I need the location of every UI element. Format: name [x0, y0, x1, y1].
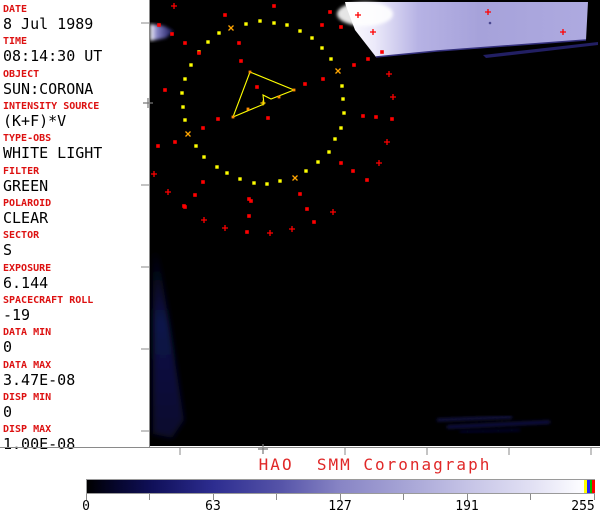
plot-title: HAO SMM Coronagraph [150, 455, 600, 474]
colorbar-label: 255 [553, 499, 600, 512]
red-star-dot [351, 169, 355, 173]
yellow-ring-dot [285, 23, 288, 26]
yellow-ring-dot [278, 179, 281, 182]
polygon-vertex-dot [249, 71, 252, 74]
red-star-dot [266, 116, 270, 120]
yellow-ring-dot [342, 111, 345, 114]
red-star-dot [321, 77, 325, 81]
image-bottom-line [0, 447, 600, 448]
red-star-dot [390, 117, 394, 121]
polygon-vertex-dot [232, 116, 235, 119]
polygon-vertex-dot [293, 89, 296, 92]
red-star-dot [380, 50, 384, 54]
image-background [150, 0, 600, 446]
bright-band-core [337, 2, 393, 26]
yellow-ring-dot [183, 118, 186, 121]
panel-divider-line [149, 0, 150, 447]
red-star-dot [201, 180, 205, 184]
red-star-dot [156, 144, 160, 148]
colorbar-saturation-stripe [592, 480, 595, 493]
yellow-ring-dot [339, 126, 342, 129]
red-star-dot [249, 199, 253, 203]
red-star-dot [339, 161, 343, 165]
red-star-dot [216, 117, 220, 121]
red-star-dot [201, 126, 205, 130]
red-star-dot [163, 88, 167, 92]
yellow-ring-dot [320, 46, 323, 49]
yellow-ring-dot [329, 57, 332, 60]
red-star-dot [245, 230, 249, 234]
smm-coronagraph-viewer: DATE8 Jul 1989TIME08:14:30 UTOBJECTSUN:C… [0, 0, 600, 512]
red-star-dot [366, 57, 370, 61]
yellow-ring-dot [316, 160, 319, 163]
red-star-dot [374, 115, 378, 119]
red-star-dot [239, 59, 243, 63]
colorbar-label: 63 [183, 499, 243, 512]
colorbar-label: 0 [56, 499, 116, 512]
red-star-dot [361, 114, 365, 118]
red-star-dot [157, 23, 161, 27]
yellow-ring-dot [327, 150, 330, 153]
red-star-dot [183, 41, 187, 45]
yellow-ring-dot [244, 22, 247, 25]
yellow-ring-dot [202, 155, 205, 158]
red-star-dot [223, 13, 227, 17]
red-star-dot [320, 23, 324, 27]
colorbar-tick [149, 494, 150, 500]
yellow-ring-dot [310, 36, 313, 39]
red-star-dot [272, 4, 276, 8]
yellow-ring-dot [183, 77, 186, 80]
red-star-dot [193, 193, 197, 197]
yellow-ring-dot [340, 84, 343, 87]
polygon-vertex-dot [278, 96, 281, 99]
yellow-ring-dot [194, 144, 197, 147]
yellow-ring-dot [341, 97, 344, 100]
yellow-ring-dot [304, 169, 307, 172]
red-star-dot [328, 10, 332, 14]
colorbar-gradient [86, 479, 595, 494]
red-star-dot [312, 220, 316, 224]
red-star-dot [352, 63, 356, 67]
red-star-dot [237, 41, 241, 45]
red-star-dot [247, 214, 251, 218]
colorbar-label: 191 [437, 499, 497, 512]
colorbar-tick [276, 494, 277, 500]
red-star-dot [303, 82, 307, 86]
colorbar-label: 127 [310, 499, 370, 512]
yellow-ring-dot [265, 182, 268, 185]
red-star-dot [170, 32, 174, 36]
red-star-dot [305, 207, 309, 211]
yellow-ring-dot [215, 165, 218, 168]
red-star-dot [197, 51, 201, 55]
yellow-ring-dot [189, 63, 192, 66]
yellow-ring-dot [238, 177, 241, 180]
red-star-dot [255, 85, 259, 89]
yellow-ring-dot [258, 19, 261, 22]
colorbar-tick [403, 494, 404, 500]
yellow-ring-dot [333, 137, 336, 140]
yellow-ring-dot [217, 31, 220, 34]
red-star-dot [339, 25, 343, 29]
yellow-ring-dot [181, 105, 184, 108]
red-star-dot [183, 205, 187, 209]
yellow-ring-dot [298, 29, 301, 32]
yellow-ring-dot [225, 171, 228, 174]
yellow-ring-dot [206, 40, 209, 43]
polygon-vertex-dot [247, 108, 250, 111]
yellow-ring-dot [180, 91, 183, 94]
yellow-ring-dot [252, 181, 255, 184]
red-star-dot [173, 140, 177, 144]
colorbar-tick [530, 494, 531, 500]
yellow-ring-dot [272, 21, 275, 24]
band-speck [489, 22, 492, 25]
red-star-dot [298, 192, 302, 196]
coronagraph-image [0, 0, 600, 462]
red-star-dot [365, 178, 369, 182]
